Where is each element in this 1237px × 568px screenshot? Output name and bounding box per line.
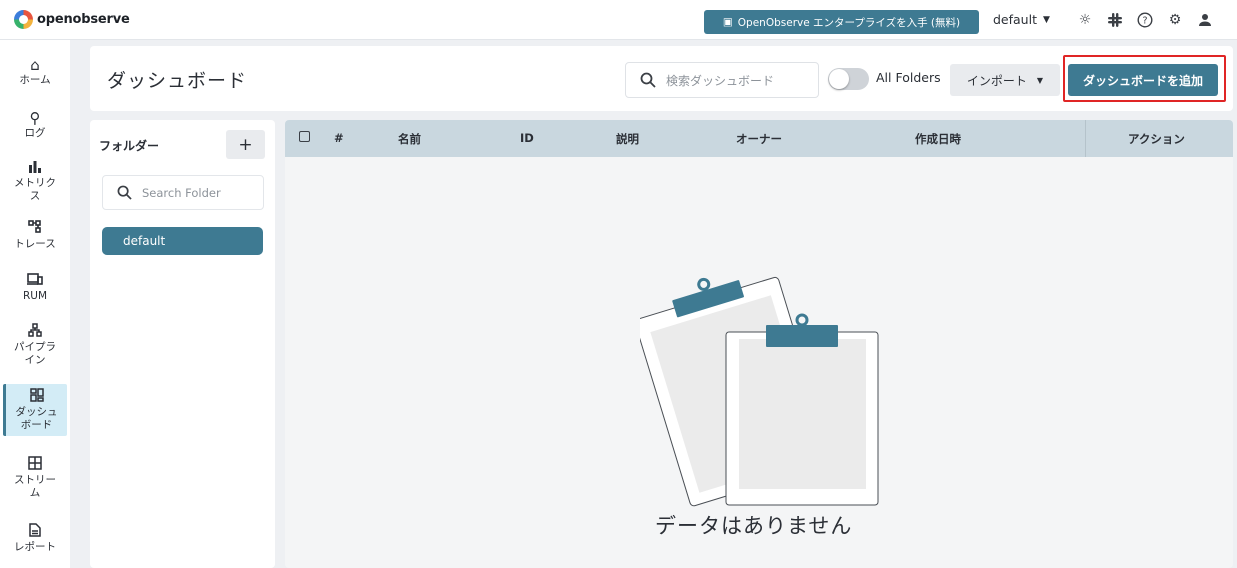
logo-icon (14, 10, 33, 29)
bar-chart-icon (28, 159, 42, 177)
theme-sun-icon[interactable]: ☼ (1075, 10, 1095, 30)
column-header-id[interactable]: ID (520, 131, 534, 145)
all-folders-toggle[interactable] (828, 68, 869, 90)
folder-search-input[interactable]: Search Folder (102, 175, 264, 210)
highlight-box (1063, 55, 1226, 102)
nav-label: パイプライン (14, 341, 56, 366)
search-icon (640, 72, 656, 88)
select-all-checkbox[interactable] (299, 131, 310, 142)
nav-label: ホーム (19, 74, 51, 86)
settings-icon[interactable]: ⚙ (1165, 10, 1185, 30)
nav-item-home[interactable]: ⌂ ホーム (3, 56, 67, 87)
page-header: ダッシュボード 検索ダッシュボード All Folders インポート ▼ ダッ… (90, 46, 1233, 111)
trace-tree-icon (28, 220, 42, 238)
column-header-number[interactable]: # (334, 131, 344, 145)
import-button[interactable]: インポート ▼ (950, 64, 1060, 96)
column-header-description[interactable]: 説明 (616, 131, 639, 147)
building-icon: ▣ (722, 16, 733, 28)
folder-item-default[interactable]: default (102, 227, 263, 255)
svg-text:?: ? (1142, 16, 1147, 27)
enterprise-button[interactable]: ▣ OpenObserve エンタープライズを入手 (無料) (704, 10, 979, 34)
search-icon (117, 185, 132, 200)
all-folders-label: All Folders (876, 70, 941, 85)
nav-label: RUM (22, 290, 48, 302)
column-header-created[interactable]: 作成日時 (915, 131, 961, 147)
column-divider (1085, 120, 1086, 157)
nav-item-rum[interactable]: RUM (3, 272, 67, 303)
folder-search-placeholder: Search Folder (142, 185, 221, 200)
search-icon: ⚲ (29, 109, 41, 127)
top-bar: openobserve ▣ OpenObserve エンタープライズを入手 (無… (0, 0, 1237, 40)
nav-item-logs[interactable]: ⚲ ログ (3, 109, 67, 140)
nav-label: レポート (14, 541, 56, 553)
nav-label: メトリクス (14, 177, 56, 202)
folder-panel-title: フォルダー (99, 139, 160, 153)
nav-item-pipelines[interactable]: パイプライン (3, 323, 67, 367)
add-folder-button[interactable]: + (226, 130, 265, 159)
org-selector[interactable]: default ▼ (993, 12, 1050, 27)
dashboard-search-input[interactable]: 検索ダッシュボード (625, 62, 819, 98)
nav-item-dashboards[interactable]: ダッシュボード (3, 384, 67, 436)
home-icon: ⌂ (30, 56, 40, 74)
search-placeholder: 検索ダッシュボード (666, 73, 775, 88)
nav-item-reports[interactable]: レポート (3, 523, 67, 554)
enterprise-button-label: OpenObserve エンタープライズを入手 (無料) (737, 16, 961, 29)
caret-down-icon: ▼ (1042, 14, 1050, 25)
slack-icon[interactable] (1105, 10, 1125, 30)
nav-item-streams[interactable]: ストリーム (3, 456, 67, 500)
nav-item-metrics[interactable]: メトリクス (3, 159, 67, 203)
table-header: # 名前 ID 説明 オーナー 作成日時 アクション (285, 120, 1233, 157)
column-header-actions: アクション (1128, 132, 1185, 146)
pipeline-icon (28, 323, 42, 341)
help-icon[interactable]: ? (1135, 10, 1155, 30)
empty-clipboard-icon (640, 276, 879, 507)
dashboard-grid-icon (29, 388, 44, 406)
logo-text: openobserve (37, 12, 130, 27)
document-icon (29, 523, 41, 541)
folder-panel: フォルダー + Search Folder default (90, 120, 275, 568)
nav-label: ストリーム (14, 474, 56, 499)
app-logo[interactable]: openobserve (14, 10, 130, 29)
nav-label: トレース (14, 238, 56, 250)
column-header-name[interactable]: 名前 (398, 131, 421, 147)
import-button-label: インポート (966, 73, 1027, 88)
nav-label: ログ (24, 127, 46, 139)
empty-state-message: データはありません (655, 514, 853, 538)
table-grid-icon (28, 456, 42, 474)
caret-down-icon: ▼ (1036, 75, 1044, 85)
user-icon[interactable] (1195, 10, 1215, 30)
left-nav: ⌂ ホーム ⚲ ログ メトリクス トレース RUM パイプライン ダッシュボード (0, 40, 70, 568)
page-title: ダッシュボード (107, 70, 248, 92)
org-name: default (993, 12, 1037, 27)
devices-icon (27, 272, 43, 290)
dashboard-table: # 名前 ID 説明 オーナー 作成日時 アクション データはありません (285, 120, 1233, 568)
column-header-owner[interactable]: オーナー (736, 131, 782, 147)
nav-label: ダッシュボード (15, 406, 58, 431)
nav-item-traces[interactable]: トレース (3, 220, 67, 251)
